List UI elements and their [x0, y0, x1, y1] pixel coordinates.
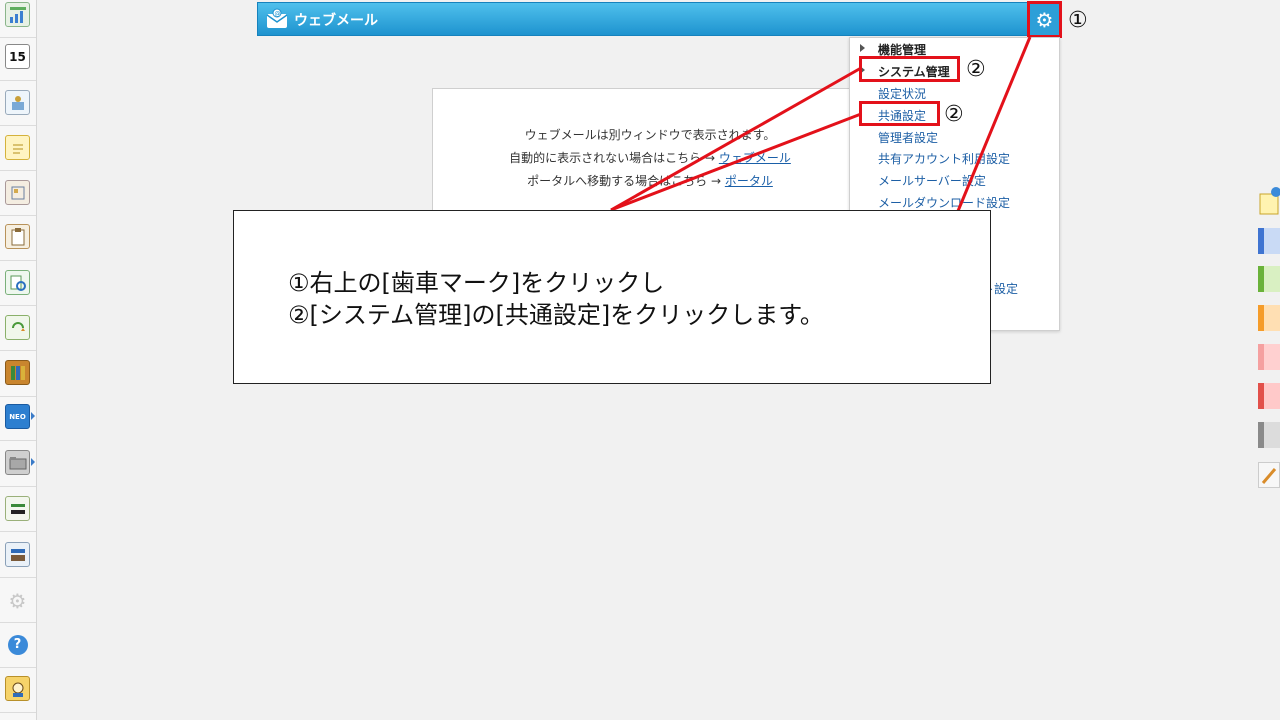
message-line-3-text: ポータルへ移動する場合はこちら →: [527, 174, 725, 188]
pencil-tab-icon[interactable]: [1258, 462, 1280, 488]
red-tab[interactable]: [1258, 383, 1280, 409]
settings-gear-icon[interactable]: ⚙: [5, 588, 30, 613]
menu-item-shared-account-settings[interactable]: 共有アカウント利用設定: [878, 150, 1010, 167]
dashboard-icon[interactable]: [5, 2, 30, 27]
callout-number-2a: ②: [966, 57, 986, 82]
callout-number-1: ①: [1068, 8, 1088, 33]
sticky-note-tab-icon[interactable]: [1258, 186, 1280, 215]
message-line-1: ウェブメールは別ウィンドウで表示されます。: [524, 128, 776, 142]
mail-icon: @: [266, 8, 288, 30]
app-title: ウェブメール: [294, 13, 378, 29]
menu-item-mail-download-settings[interactable]: メールダウンロード設定: [878, 194, 1010, 211]
orange-tab[interactable]: [1258, 305, 1280, 331]
menu-item-settings-status[interactable]: 設定状況: [878, 85, 926, 102]
section-arrow-icon: [860, 44, 865, 52]
highlight-common-settings: [859, 101, 940, 126]
workflow-icon[interactable]: [5, 315, 30, 340]
instruction-line-1: ①右上の[歯車マーク]をクリックし: [288, 269, 665, 297]
calendar-icon[interactable]: 15: [5, 44, 30, 69]
highlight-system-management: [859, 56, 960, 82]
facility-icon[interactable]: [5, 90, 30, 115]
green-tab[interactable]: [1258, 266, 1280, 292]
instruction-line-2: ②[システム管理]の[共通設定]をクリックします。: [288, 301, 824, 329]
pink-tab[interactable]: [1258, 344, 1280, 370]
message-line-2-text: 自動的に表示されない場合はこちら →: [509, 151, 719, 165]
help-icon[interactable]: ?: [5, 632, 30, 657]
webmail-link[interactable]: ウェブメール: [719, 151, 791, 165]
bulletin-board-icon[interactable]: [5, 180, 30, 205]
folder-icon[interactable]: [5, 450, 30, 475]
instruction-note-box: ①右上の[歯車マーク]をクリックし ②[システム管理]の[共通設定]をクリックし…: [233, 210, 991, 384]
file-cabinet-icon[interactable]: [5, 360, 30, 385]
callout-number-2b: ②: [944, 102, 964, 127]
portal-link[interactable]: ポータル: [725, 174, 773, 188]
report-search-icon[interactable]: [5, 270, 30, 295]
menu-item-administrator-settings[interactable]: 管理者設定: [878, 129, 938, 146]
webmail-header-bar: @ ウェブメール: [257, 2, 1061, 36]
clipboard-icon[interactable]: [5, 224, 30, 249]
blue-tab[interactable]: [1258, 228, 1280, 254]
menu-item-mail-server-settings[interactable]: メールサーバー設定: [878, 172, 986, 189]
tanomu-app-icon[interactable]: [5, 496, 30, 521]
gray-tab[interactable]: [1258, 422, 1280, 448]
message-line-3: ポータルへ移動する場合はこちら → ポータル: [433, 172, 867, 189]
svg-text:@: @: [275, 11, 281, 18]
memo-icon[interactable]: [5, 135, 30, 160]
message-line-2: 自動的に表示されない場合はこちら → ウェブメール: [433, 149, 867, 166]
neo-app-icon[interactable]: NEO: [5, 404, 30, 429]
gear-icon: ⚙: [1035, 7, 1054, 32]
news-app-icon[interactable]: [5, 542, 30, 567]
app-launcher-sidebar: 15 NEO ⚙ ?: [0, 0, 37, 720]
gear-menu-button[interactable]: ⚙: [1027, 1, 1062, 38]
support-operator-icon[interactable]: [5, 676, 30, 701]
